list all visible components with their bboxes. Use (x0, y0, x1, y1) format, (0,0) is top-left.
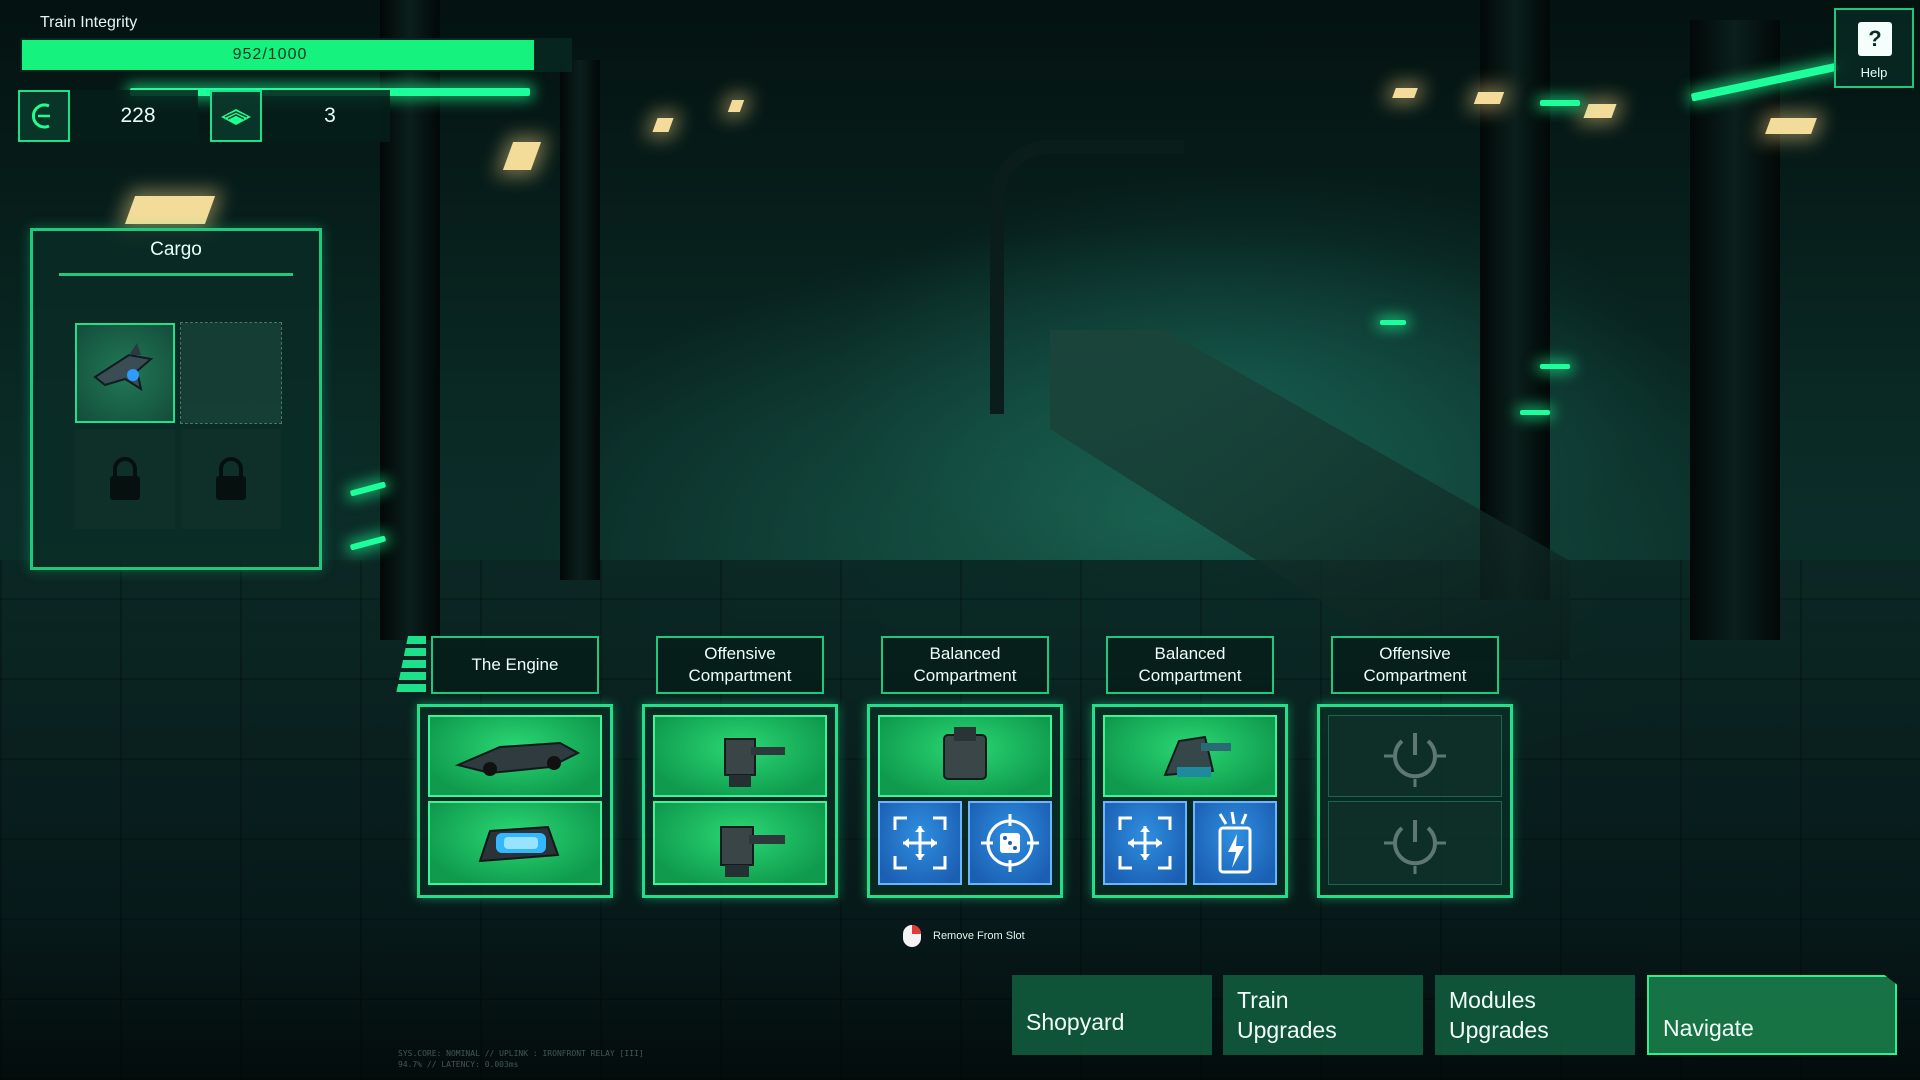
compartment-balanced-2 (1092, 704, 1288, 898)
chip-icon (210, 90, 262, 142)
cargo-slot-locked (181, 429, 281, 529)
modules-upgrades-label-line2: Upgrades (1449, 1017, 1549, 1043)
chip-counter: 3 (210, 90, 390, 142)
compartment-title-balanced: Balanced Compartment (1106, 636, 1274, 694)
neon-strip (1540, 100, 1580, 106)
chip-value: 3 (324, 104, 336, 127)
system-status-text: SYS.CORE: NOMINAL // UPLINK : IRONFRONT … (398, 1048, 644, 1070)
ceiling-lamp (1473, 92, 1505, 104)
neon-strip (1380, 320, 1406, 325)
help-button[interactable]: ? Help (1834, 8, 1914, 88)
module-slot[interactable] (653, 715, 827, 797)
train-integrity-value: 952/1000 (232, 46, 308, 63)
module-slot[interactable] (428, 801, 602, 885)
empty-power-slot-icon (1384, 733, 1446, 787)
compartment-offensive-1 (642, 704, 838, 898)
cargo-title: Cargo (150, 239, 202, 260)
engine-chassis-icon (454, 741, 581, 776)
compartment-offensive-2 (1317, 704, 1513, 898)
ceiling-lamp (1392, 88, 1418, 98)
padlock-icon (110, 457, 140, 500)
neon-strip (1540, 364, 1570, 369)
turret-icon (724, 738, 785, 787)
ceiling-lamp (727, 100, 745, 112)
pillar (560, 60, 600, 580)
shopyard-button[interactable]: Shopyard (1012, 975, 1212, 1055)
modules-upgrades-label-line1: Modules (1449, 987, 1536, 1013)
train-upgrades-label-line2: Upgrades (1237, 1017, 1337, 1043)
help-label: Help (1860, 65, 1888, 80)
ceiling-lamp (1583, 104, 1617, 118)
padlock-icon (216, 457, 246, 500)
mortar-icon (943, 727, 987, 780)
pillar (1690, 20, 1780, 640)
modules-upgrades-button[interactable]: Modules Upgrades (1435, 975, 1635, 1055)
cargo-slot-empty[interactable] (180, 322, 282, 424)
compartment-balanced-1 (867, 704, 1063, 898)
compartment-title-offensive: Offensive Compartment (1331, 636, 1499, 694)
compartment-title-engine: The Engine (431, 636, 599, 694)
remove-from-slot-hint: Remove From Slot (903, 925, 1025, 947)
crosshair-expand-icon (1118, 816, 1172, 870)
scrap-value: 228 (120, 104, 156, 127)
module-slot[interactable] (1193, 801, 1277, 885)
module-slot[interactable] (878, 801, 962, 885)
drone-module-icon (93, 343, 154, 392)
module-slot[interactable] (428, 715, 602, 797)
battery-bolt-icon (1218, 811, 1252, 874)
compartment-engine (417, 704, 613, 898)
module-slot-empty[interactable] (1328, 715, 1502, 797)
train-upgrades-button[interactable]: Train Upgrades (1223, 975, 1423, 1055)
dice-target-icon (981, 814, 1039, 872)
ceiling-lamp (652, 118, 674, 132)
cargo-panel: Cargo (30, 228, 322, 570)
cargo-slot-locked (75, 429, 175, 529)
module-slot[interactable] (1103, 801, 1187, 885)
module-slot-empty[interactable] (1328, 801, 1502, 885)
mouse-right-click-icon (903, 925, 921, 947)
compartment-title-offensive: Offensive Compartment (656, 636, 824, 694)
system-status-line2: 94.7% // LATENCY: 0.003ms (398, 1060, 519, 1069)
system-status-line1: SYS.CORE: NOMINAL // UPLINK : IRONFRONT … (398, 1049, 644, 1058)
navigate-button[interactable]: Navigate (1647, 975, 1897, 1055)
cargo-slot-filled[interactable] (75, 323, 175, 423)
navigate-label: Navigate (1663, 1015, 1754, 1041)
scrap-crescent-icon (18, 90, 70, 142)
shopyard-label: Shopyard (1026, 1009, 1125, 1035)
help-icon: ? (1858, 22, 1892, 56)
module-slot[interactable] (968, 801, 1052, 885)
ceiling-lamp (124, 196, 216, 224)
engine-core-icon (478, 825, 560, 863)
ceiling-lamp (502, 142, 542, 170)
neon-strip (1520, 410, 1550, 415)
turret-icon (720, 826, 785, 877)
module-slot[interactable] (653, 801, 827, 885)
crosshair-expand-icon (893, 816, 947, 870)
compartment-title-balanced: Balanced Compartment (881, 636, 1049, 694)
hint-label: Remove From Slot (933, 930, 1025, 942)
cargo-divider (59, 273, 293, 276)
module-slot[interactable] (1103, 715, 1277, 797)
module-slot[interactable] (878, 715, 1052, 797)
train-integrity-label: Train Integrity (40, 14, 138, 31)
cannon-icon (1163, 735, 1231, 777)
ceiling-lamp (1765, 118, 1817, 134)
scrap-counter: 228 (18, 90, 198, 142)
train-upgrades-label-line1: Train (1237, 987, 1289, 1013)
pillar (1480, 0, 1550, 600)
empty-power-slot-icon (1384, 820, 1446, 874)
